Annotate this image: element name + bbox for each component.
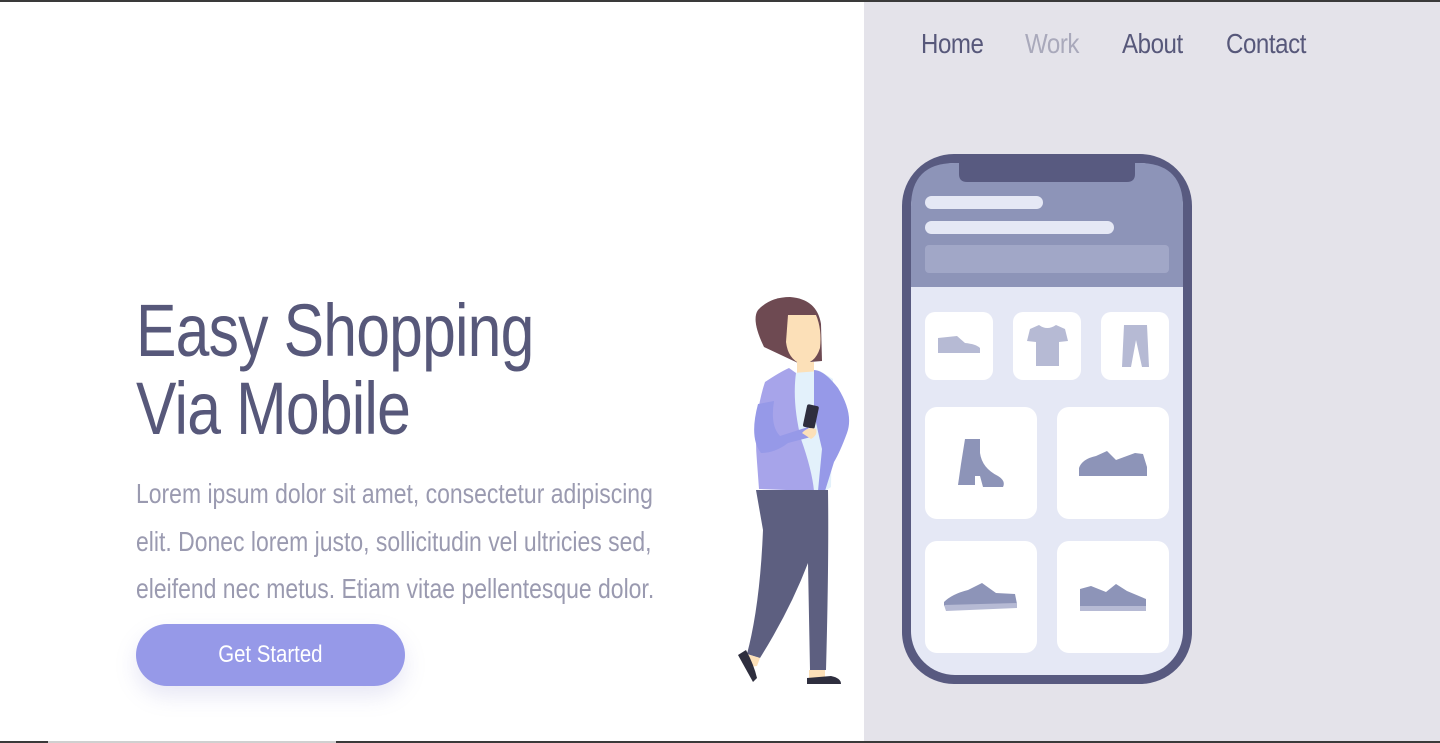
sneaker-sole — [1080, 606, 1146, 611]
pants — [747, 490, 829, 670]
hero-description-line-1: Lorem ipsum dolor sit amet, consectetur … — [136, 478, 653, 509]
hero-description: Lorem ipsum dolor sit amet, consectetur … — [136, 470, 661, 613]
get-started-button[interactable]: Get Started — [136, 624, 405, 686]
product-card-pants — [1101, 312, 1169, 380]
hero-description-line-2: elit. Donec lorem justo, sollicitudin ve… — [136, 525, 652, 557]
nav-work[interactable]: Work — [1025, 28, 1079, 60]
hero-title-line-2: Via Mobile — [136, 367, 411, 450]
woman-illustration — [738, 297, 850, 684]
shopping-illustration — [738, 154, 1192, 684]
main-nav: Home Work About Contact — [0, 28, 1440, 68]
phone-header-bar-2 — [925, 221, 1114, 234]
hero-title: Easy Shopping Via Mobile — [136, 292, 562, 448]
hero-description-line-3: eleifend nec metus. Etiam vitae pellente… — [136, 573, 655, 604]
phone-header-bar-1 — [925, 196, 1043, 209]
phone-illustration — [902, 154, 1192, 684]
phone-search-bar — [925, 245, 1169, 273]
phone-notch — [959, 156, 1135, 182]
nav-contact[interactable]: Contact — [1226, 28, 1306, 60]
nav-about[interactable]: About — [1122, 28, 1183, 60]
get-started-label: Get Started — [218, 641, 323, 668]
nav-home[interactable]: Home — [921, 28, 984, 60]
hero-title-line-1: Easy Shopping — [136, 289, 534, 372]
